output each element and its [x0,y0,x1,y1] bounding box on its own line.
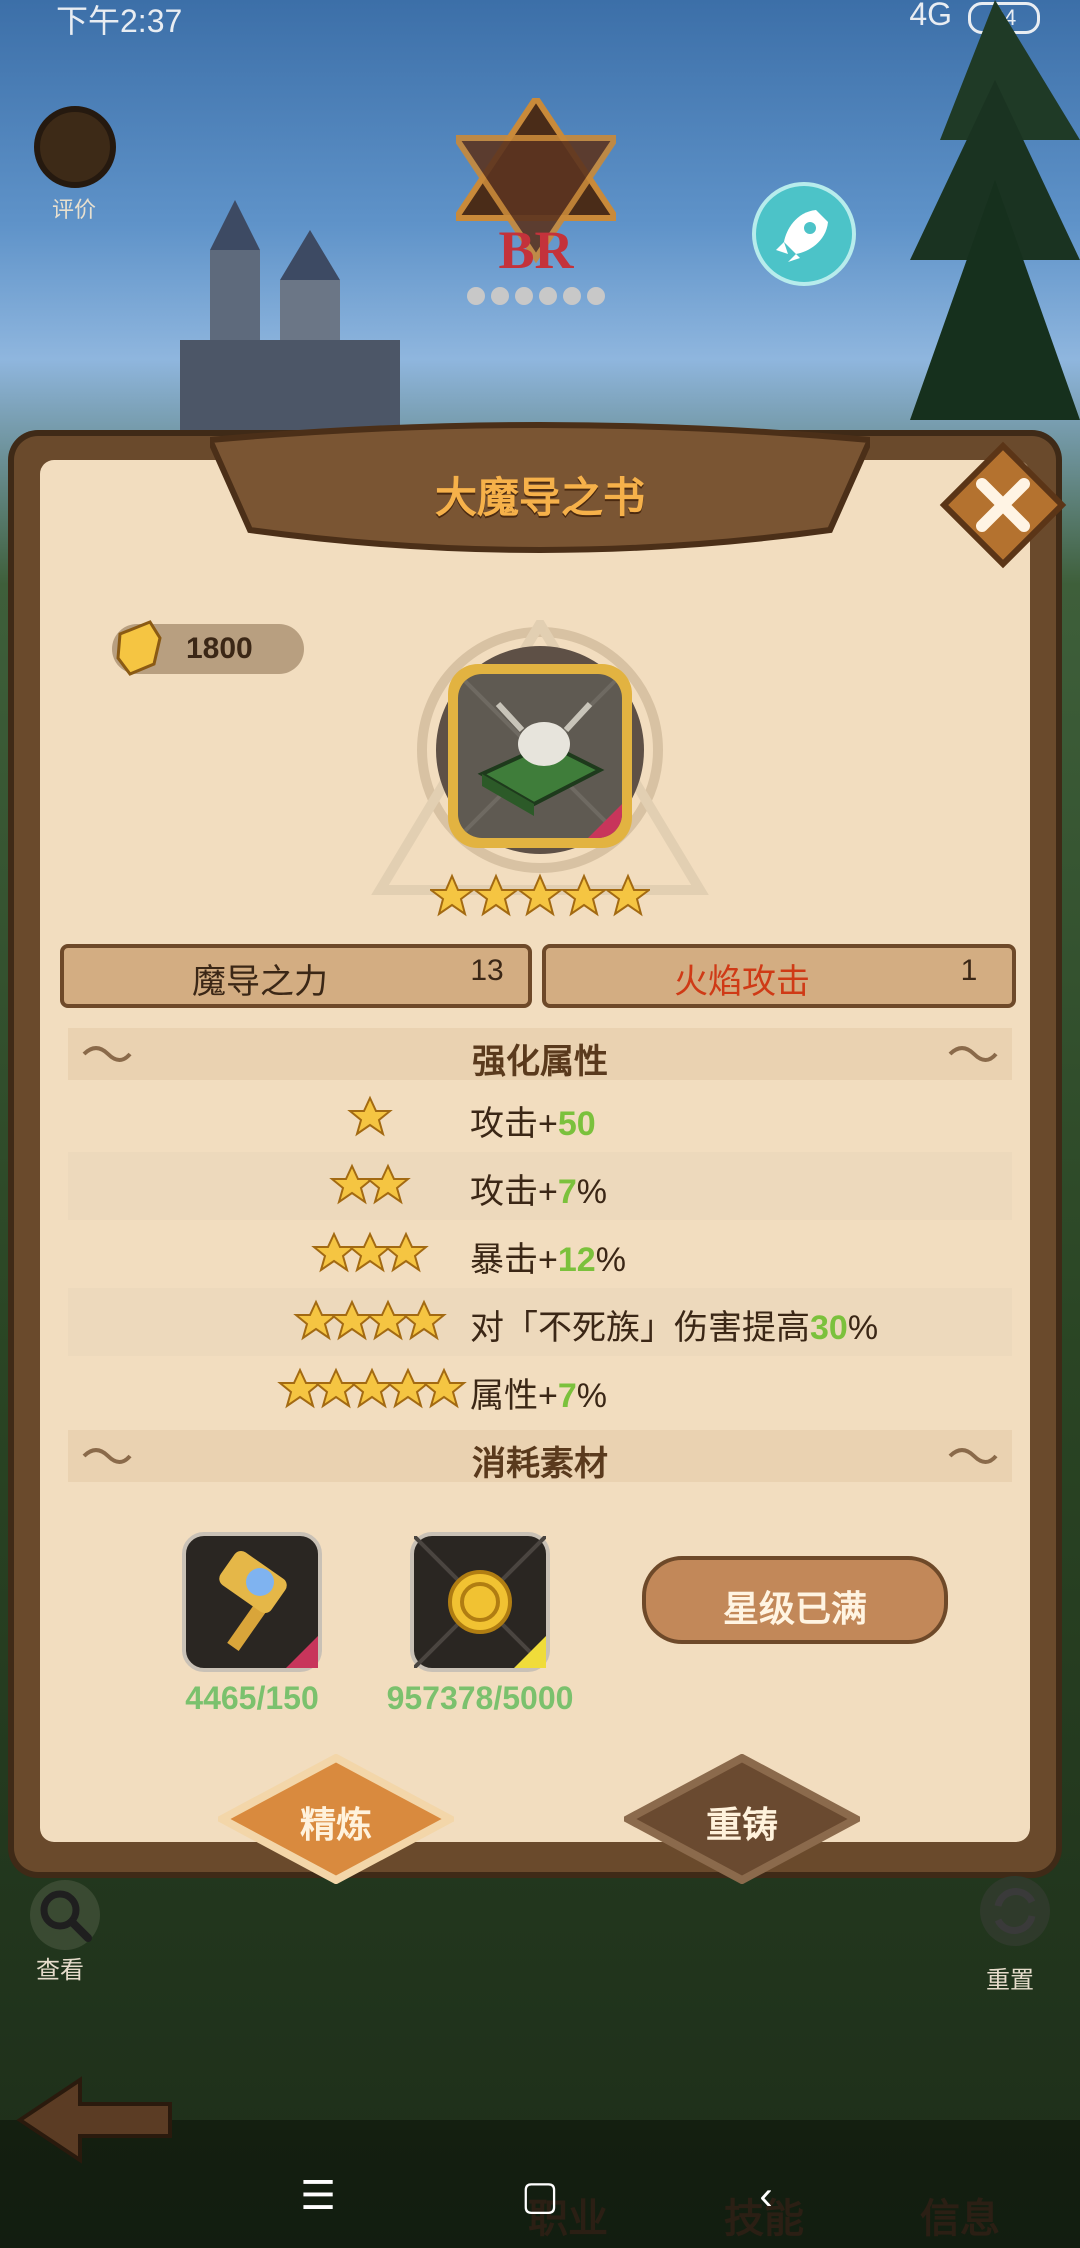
nav-info[interactable]: 信息 [920,2186,1000,2244]
system-menu-button[interactable]: ☰ [288,2166,348,2226]
item-star-rating [430,873,650,917]
enhance-row-2: 攻击+7% [68,1152,1012,1220]
material-count-coin: 957378/5000 [386,1680,574,1716]
reset-button[interactable] [980,1876,1050,1946]
enhance-suffix: % [576,1173,608,1211]
enhance-row-1: 攻击+50 [68,1084,1012,1152]
tab-refine[interactable]: 精炼 [218,1754,454,1884]
back-arrow-icon[interactable] [0,2060,190,2180]
enhance-value: 12 [557,1241,596,1279]
rocket-button[interactable] [752,182,856,286]
tab-recast[interactable]: 重铸 [624,1754,860,1884]
material-slot-coin[interactable] [410,1532,550,1672]
enhance-value: 50 [557,1105,596,1143]
enhance-row-3: 暴击+12% [68,1220,1012,1288]
attribute-magic-power: 魔导之力 13 [60,944,532,1008]
coin-icon [412,1534,548,1670]
enhance-label: 属性+ [470,1377,558,1415]
material-slot-hammer[interactable] [182,1532,322,1672]
close-button[interactable] [938,440,1068,570]
enhance-value: 7 [557,1377,577,1415]
castle-background [180,200,400,430]
status-time: 下午2:37 [56,3,183,39]
rating-icon [34,106,116,188]
attribute-name: 魔导之力 [192,963,328,1001]
tab-recast-label: 重铸 [705,1804,778,1845]
enhance-section-header: 强化属性 [68,1028,1012,1081]
material-count-hammer: 4465/150 [185,1680,319,1716]
star-icon [277,1367,467,1409]
item-card[interactable] [448,664,632,848]
system-back-button[interactable]: ‹ [736,2166,796,2226]
enhance-label: 对「不死族」伤害提高 [470,1309,810,1347]
ornament-icon [948,1448,998,1464]
reset-label: 重置 [986,1967,1034,1994]
enhance-value: 7 [557,1173,577,1211]
enhance-label: 攻击+ [470,1173,558,1211]
enhance-suffix: % [576,1377,608,1415]
max-star-button[interactable]: 星级已满 [642,1556,948,1644]
star-icon [311,1231,429,1273]
item-title: 大魔导之书 [434,474,645,521]
star-icon [329,1163,411,1205]
materials-section-title: 消耗素材 [472,1445,608,1483]
star-icon [347,1095,393,1137]
rank-stars [467,287,605,305]
enhance-label: 攻击+ [470,1105,558,1143]
hammer-icon [219,1550,318,1668]
rank-label: BR [498,220,574,280]
rating-button[interactable]: 评价 [34,106,116,224]
attribute-fire-attack: 火焰攻击 1 [542,944,1016,1008]
max-star-label: 星级已满 [722,1588,867,1629]
view-label: 查看 [36,1957,84,1984]
system-home-button[interactable]: ▢ [510,2166,570,2226]
search-icon [40,1890,92,1942]
rocket-icon [776,210,828,262]
attribute-name: 火焰攻击 [674,963,810,1001]
enhance-row-5: 属性+7% [68,1356,1012,1424]
attribute-value: 13 [470,954,504,987]
enhance-value: 30 [810,1309,848,1347]
attribute-value: 1 [960,954,978,987]
rank-badge: BR [456,98,616,305]
enhance-label: 暴击+ [470,1241,558,1279]
ornament-icon [948,1046,998,1062]
star-icon [293,1299,447,1341]
power-value: 1800 [186,632,253,665]
enhance-section-title: 强化属性 [472,1043,608,1081]
magic-book-icon [458,674,622,838]
enhance-suffix: % [595,1241,626,1279]
rating-label: 评价 [51,197,96,222]
refresh-icon [994,1888,1036,1934]
view-button[interactable] [30,1880,100,1950]
fist-icon [116,620,162,676]
enhance-suffix: % [847,1309,879,1347]
materials-section-header: 消耗素材 [68,1430,1012,1483]
enhance-row-4: 对「不死族」伤害提高30% [68,1288,1012,1356]
tab-refine-label: 精炼 [299,1804,372,1845]
